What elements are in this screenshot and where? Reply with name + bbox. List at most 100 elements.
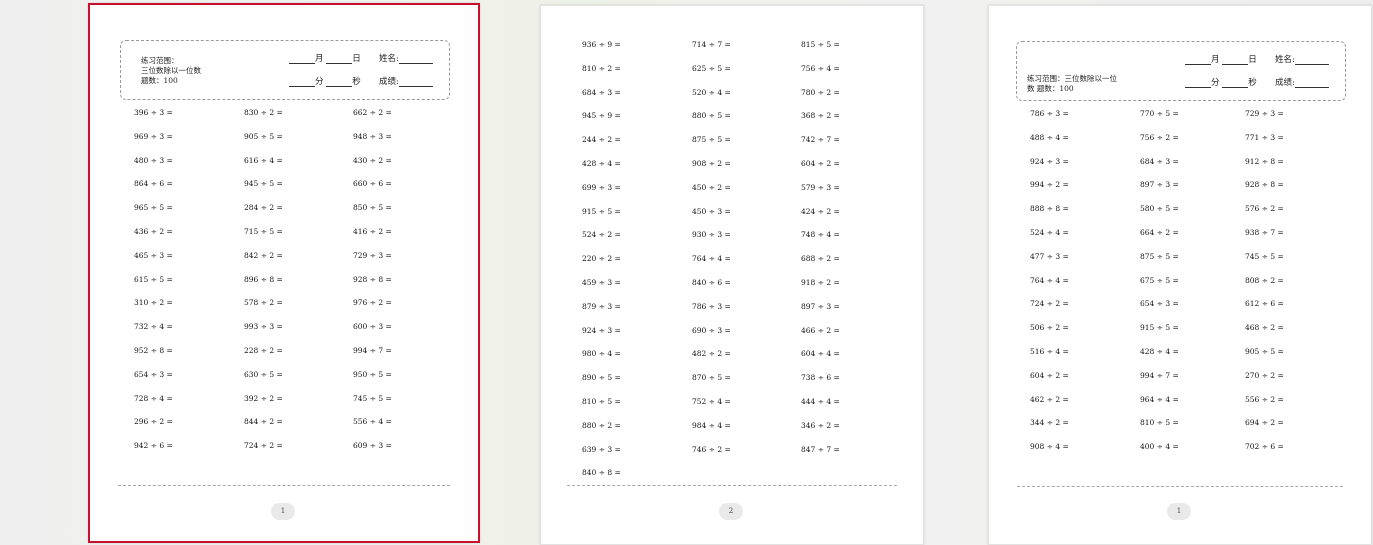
division-problem: 965 ÷ 5 =	[134, 203, 173, 213]
division-problem: 616 ÷ 4 =	[244, 155, 283, 165]
division-problem: 450 ÷ 2 =	[692, 182, 731, 192]
page-divider	[1017, 486, 1343, 487]
division-problem: 850 ÷ 5 =	[353, 203, 392, 213]
division-problem: 630 ÷ 5 =	[244, 369, 283, 379]
division-problem: 842 ÷ 2 =	[244, 250, 283, 260]
division-problem: 724 ÷ 2 =	[1030, 299, 1069, 309]
worksheet-header: 练习范围： 三位数除以一位数 题数：100 月 日 姓名: 分 秒 成绩:	[120, 40, 450, 100]
division-problem: 815 ÷ 5 =	[801, 40, 840, 49]
division-problem: 752 ÷ 4 =	[692, 397, 731, 406]
name-label: 姓名:	[379, 54, 399, 64]
division-problem: 344 ÷ 2 =	[1030, 418, 1069, 428]
division-problem: 840 ÷ 8 =	[582, 468, 621, 478]
score-field: 成绩:	[1275, 78, 1329, 88]
division-problem: 840 ÷ 6 =	[692, 278, 731, 287]
minute-label: 分	[1211, 78, 1220, 88]
date-field: 月 日	[289, 54, 361, 64]
division-problem: 924 ÷ 3 =	[1030, 156, 1069, 166]
division-problem: 436 ÷ 2 =	[134, 227, 173, 236]
minute-label: 分	[315, 77, 324, 87]
page-number-badge: 2	[719, 503, 743, 520]
division-problem: 244 ÷ 2 =	[582, 135, 621, 145]
division-problem: 770 ÷ 5 =	[1140, 109, 1179, 118]
division-problem: 702 ÷ 6 =	[1245, 442, 1284, 452]
division-problem: 296 ÷ 2 =	[134, 417, 173, 427]
second-label: 秒	[352, 77, 361, 87]
score-label: 成绩:	[379, 77, 399, 87]
division-problem: 993 ÷ 3 =	[244, 322, 283, 332]
month-label: 月	[315, 54, 324, 64]
division-problem: 742 ÷ 7 =	[801, 135, 840, 145]
name-field: 姓名:	[1275, 55, 1329, 65]
division-problem: 810 ÷ 2 =	[582, 63, 621, 73]
worksheet-page-3[interactable]: 练习范围：三位数除以一位 数 题数：100 月 日 姓名: 分 秒 成绩: 78…	[988, 5, 1372, 545]
division-problem: 639 ÷ 3 =	[582, 444, 621, 454]
division-problem: 506 ÷ 2 =	[1030, 323, 1069, 333]
second-blank	[326, 78, 353, 87]
minute-blank	[289, 78, 315, 87]
day-label: 日	[352, 54, 361, 64]
division-problem: 786 ÷ 3 =	[692, 301, 731, 311]
division-problem: 228 ÷ 2 =	[244, 346, 283, 355]
division-problem: 416 ÷ 2 =	[353, 227, 392, 236]
division-problem: 466 ÷ 2 =	[801, 325, 840, 335]
division-problem: 516 ÷ 4 =	[1030, 347, 1069, 356]
division-problem: 556 ÷ 4 =	[353, 417, 392, 427]
division-problem: 844 ÷ 2 =	[244, 417, 283, 427]
division-problem: 346 ÷ 2 =	[801, 420, 840, 430]
division-problem: 684 ÷ 3 =	[1140, 156, 1179, 166]
division-problem: 875 ÷ 5 =	[1140, 251, 1179, 261]
division-problem: 908 ÷ 4 =	[1030, 442, 1069, 452]
division-problem: 994 ÷ 7 =	[1140, 370, 1179, 380]
division-problem: 699 ÷ 3 =	[582, 182, 621, 192]
day-blank	[1222, 56, 1249, 65]
division-problem: 625 ÷ 5 =	[692, 63, 731, 73]
division-problem: 994 ÷ 7 =	[353, 346, 392, 355]
division-problem: 945 ÷ 5 =	[244, 179, 283, 189]
division-problem: 580 ÷ 5 =	[1140, 204, 1179, 214]
division-problem: 556 ÷ 2 =	[1245, 394, 1284, 404]
score-field: 成绩:	[379, 77, 433, 87]
division-problem: 612 ÷ 6 =	[1245, 299, 1284, 309]
month-blank	[1185, 56, 1211, 65]
page-divider	[567, 485, 897, 486]
range-text-continued: 数 题数：100	[1027, 84, 1074, 93]
month-label: 月	[1211, 55, 1220, 65]
division-problem: 928 ÷ 8 =	[1245, 180, 1284, 190]
division-problem: 936 ÷ 9 =	[582, 40, 621, 49]
range-text: 练习范围：三位数除以一位	[1027, 74, 1117, 83]
division-problem: 728 ÷ 4 =	[134, 393, 173, 403]
division-problem: 880 ÷ 2 =	[582, 420, 621, 430]
worksheet-page-1[interactable]: 练习范围： 三位数除以一位数 题数：100 月 日 姓名: 分 秒 成绩: 39…	[88, 3, 480, 543]
division-problem: 578 ÷ 2 =	[244, 298, 283, 308]
worksheet-page-2[interactable]: 936 ÷ 9 = 810 ÷ 2 = 684 ÷ 3 = 945 ÷ 9 = 244 …	[540, 5, 924, 545]
division-problem: 664 ÷ 2 =	[1140, 228, 1179, 237]
division-problem: 724 ÷ 2 =	[244, 441, 283, 451]
score-label: 成绩:	[1275, 78, 1295, 88]
division-problem: 905 ÷ 5 =	[244, 131, 283, 141]
month-blank	[289, 55, 315, 64]
division-problem: 950 ÷ 5 =	[353, 369, 392, 379]
division-problem: 684 ÷ 3 =	[582, 87, 621, 97]
division-problem: 310 ÷ 2 =	[134, 298, 173, 308]
name-field: 姓名:	[379, 54, 433, 64]
division-problem: 732 ÷ 4 =	[134, 322, 173, 332]
division-problem: 444 ÷ 4 =	[801, 397, 840, 406]
division-problem: 771 ÷ 3 =	[1245, 132, 1284, 142]
name-label: 姓名:	[1275, 55, 1295, 65]
division-problem: 480 ÷ 3 =	[134, 155, 173, 165]
division-problem: 482 ÷ 2 =	[692, 349, 731, 359]
division-problem: 870 ÷ 5 =	[692, 373, 731, 383]
division-problem: 764 ÷ 4 =	[692, 254, 731, 264]
division-problem: 908 ÷ 2 =	[692, 159, 731, 168]
day-blank	[326, 55, 353, 64]
division-problem: 477 ÷ 3 =	[1030, 251, 1069, 261]
division-problem: 284 ÷ 2 =	[244, 203, 283, 213]
division-problem: 980 ÷ 4 =	[582, 349, 621, 359]
division-problem: 930 ÷ 3 =	[692, 230, 731, 240]
range-value: 三位数除以一位数	[141, 66, 201, 75]
division-problem: 905 ÷ 5 =	[1245, 347, 1284, 356]
division-problem: 764 ÷ 4 =	[1030, 275, 1069, 285]
division-problem: 688 ÷ 2 =	[801, 254, 840, 264]
division-problem: 604 ÷ 2 =	[1030, 370, 1069, 380]
